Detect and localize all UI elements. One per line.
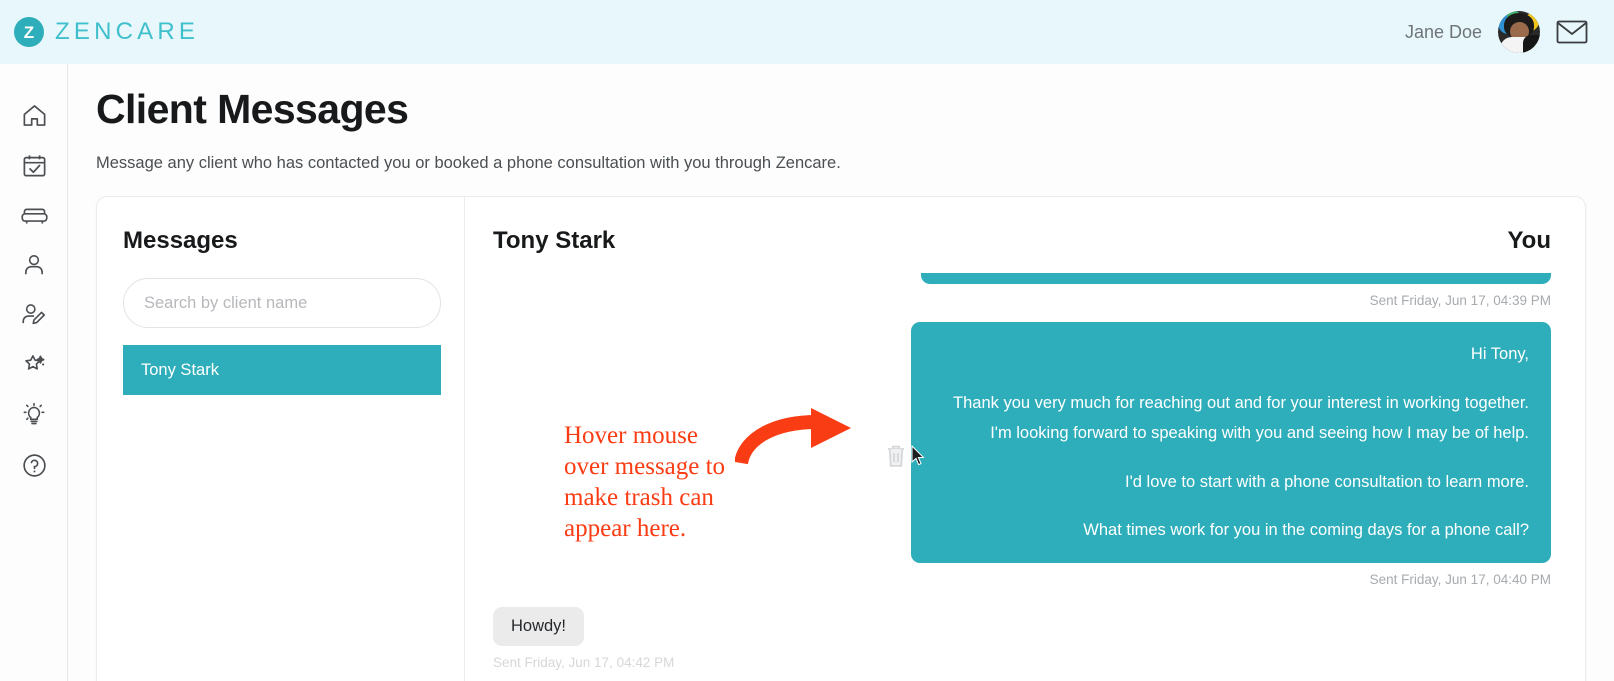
- search-input[interactable]: [123, 278, 441, 328]
- zencare-mark-icon: Z: [14, 17, 44, 47]
- client-name-label: Tony Stark: [141, 360, 219, 379]
- top-bar-right: Jane Doe: [1405, 11, 1594, 53]
- sidebar-item-profile[interactable]: [0, 240, 68, 290]
- messages-list-pane: Messages Tony Stark: [97, 197, 465, 681]
- avatar[interactable]: [1498, 11, 1540, 53]
- brand-logo[interactable]: Z ZENCARE: [14, 17, 199, 47]
- envelope-icon[interactable]: [1556, 19, 1588, 45]
- message-bubble-clipped[interactable]: [921, 273, 1551, 284]
- message-row-incoming: Howdy!: [493, 606, 1551, 646]
- client-list-item-tony-stark[interactable]: Tony Stark: [123, 345, 441, 395]
- question-circle-icon: [21, 452, 48, 479]
- sidebar-item-home[interactable]: [0, 90, 68, 140]
- message-line-1: Hi Tony,: [1470, 345, 1529, 363]
- annotation-text: Hover mouse over message to make trash c…: [564, 422, 726, 542]
- sidebar-item-couch[interactable]: [0, 190, 68, 240]
- page-content: Client Messages Message any client who h…: [68, 64, 1614, 681]
- lightbulb-icon: [20, 401, 48, 429]
- message-bubble-incoming[interactable]: Howdy!: [493, 606, 585, 646]
- message-timestamp-outgoing: Sent Friday, Jun 17, 04:40 PM: [1369, 571, 1551, 587]
- app-root: Z ZENCARE Jane Doe Client Messages Messa…: [0, 0, 1614, 681]
- message-line-4: What times work for you in the coming da…: [1083, 521, 1529, 540]
- top-bar: Z ZENCARE Jane Doe: [0, 0, 1614, 64]
- user-name-label: Jane Doe: [1404, 21, 1482, 42]
- message-row-clipped: [493, 273, 1551, 284]
- message-bubble-outgoing[interactable]: Hi Tony, Thank you very much for reachin…: [911, 322, 1551, 563]
- sidebar-item-highlights[interactable]: [0, 340, 68, 390]
- page-subtitle: Message any client who has contacted you…: [96, 154, 841, 172]
- brand-wordmark: ZENCARE: [55, 18, 200, 45]
- sidebar-item-tips[interactable]: [0, 390, 68, 440]
- sparkle-star-icon: [20, 351, 48, 379]
- sidebar-rail: [0, 64, 68, 681]
- conversation-header: Tony Stark You: [493, 227, 1551, 255]
- message-timestamp-incoming: Sent Friday, Jun 17, 04:42 PM: [493, 654, 675, 670]
- sidebar-item-edit-profile[interactable]: [0, 290, 68, 340]
- messages-pane-title: Messages: [123, 227, 238, 254]
- message-line-2: Thank you very much for reaching out and…: [953, 393, 1529, 443]
- home-icon: [21, 102, 48, 129]
- trash-can-icon[interactable]: [885, 443, 907, 469]
- calendar-check-icon: [21, 152, 48, 179]
- conversation-you-label: You: [1507, 227, 1551, 254]
- person-icon: [21, 252, 47, 278]
- page-title: Client Messages: [96, 86, 409, 132]
- sidebar-item-calendar[interactable]: [0, 140, 68, 190]
- message-line-3: I'd love to start with a phone consultat…: [1125, 472, 1529, 491]
- curved-arrow-icon: [734, 408, 860, 473]
- mouse-pointer-icon: [911, 444, 925, 467]
- message-timestamp-clipped: Sent Friday, Jun 17, 04:39 PM: [1369, 293, 1551, 308]
- conversation-client-name: Tony Stark: [493, 227, 616, 254]
- couch-icon: [20, 201, 49, 230]
- sidebar-item-help[interactable]: [0, 440, 68, 490]
- person-edit-icon: [20, 301, 48, 329]
